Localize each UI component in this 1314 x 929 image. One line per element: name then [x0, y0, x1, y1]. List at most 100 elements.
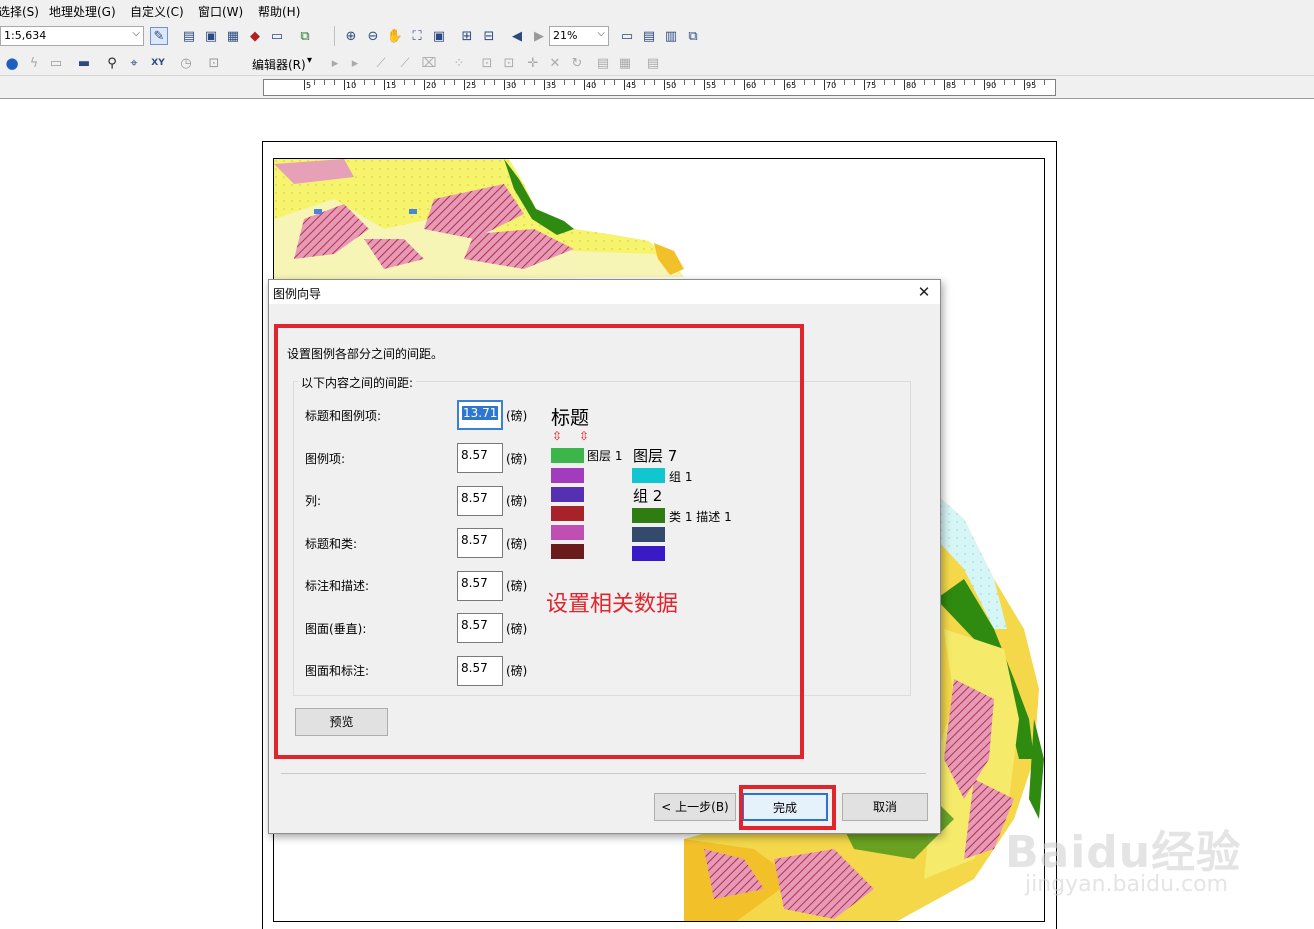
change-layout-icon[interactable]: ▥ [662, 27, 680, 45]
ruler-minor-tick [934, 80, 935, 85]
legend-wizard-dialog: 图例向导 ✕ 设置图例各部分之间的间距。 以下内容之间的间距: 标题和图例项: … [268, 279, 941, 834]
menu-window[interactable]: 窗口(W) [198, 3, 243, 20]
ruler-minor-tick [694, 80, 695, 85]
ruler-minor-tick [484, 80, 485, 85]
attributes-icon[interactable]: ▤ [594, 54, 612, 72]
ruler-tick [904, 80, 905, 90]
create-features-icon[interactable]: ▤ [644, 54, 662, 72]
ruler-minor-tick [534, 80, 535, 85]
ruler-minor-tick [684, 80, 685, 85]
ruler-minor-tick [974, 80, 975, 85]
go-to-xy-icon[interactable]: XY [149, 54, 167, 72]
table-of-contents-icon[interactable]: ▤ [180, 27, 198, 45]
edit-annotation-icon[interactable]: ▸ [346, 54, 364, 72]
endpoint-arc-icon[interactable]: ⟋ [396, 54, 414, 72]
ruler-tick [504, 80, 505, 90]
ruler-minor-tick [894, 80, 895, 85]
map-scale-combo[interactable]: 1:5,634 ⌵ [0, 26, 144, 46]
ruler-tick [864, 80, 865, 90]
fixed-zoom-in-icon[interactable]: ⊞ [458, 27, 476, 45]
rotate-icon[interactable]: ↻ [568, 54, 586, 72]
ruler-tick [344, 80, 345, 90]
ruler-minor-tick [854, 80, 855, 85]
editor-menu[interactable]: 编辑器(R) [252, 56, 306, 73]
ruler-minor-tick [524, 80, 525, 85]
ruler-minor-tick [1004, 80, 1005, 85]
ruler-minor-tick [874, 80, 875, 85]
dialog-titlebar[interactable]: 图例向导 ✕ [269, 280, 940, 304]
catalog-icon[interactable]: ▣ [202, 27, 220, 45]
data-driven-pages-icon[interactable]: ⧉ [684, 27, 702, 45]
fixed-zoom-out-icon[interactable]: ⊟ [480, 27, 498, 45]
ruler-tick [824, 80, 825, 90]
ruler-tick [584, 80, 585, 90]
focus-data-frame-icon[interactable]: ▤ [640, 27, 658, 45]
finish-highlight-box [739, 785, 836, 830]
chevron-down-icon: ⌵ [597, 28, 605, 39]
ruler-minor-tick [574, 80, 575, 85]
go-forward-extent-icon[interactable]: ▶ [530, 27, 548, 45]
python-window-icon[interactable]: ▭ [268, 27, 286, 45]
create-viewer-icon[interactable]: ⊡ [205, 54, 223, 72]
ruler-minor-tick [754, 80, 755, 85]
ruler-minor-tick [354, 80, 355, 85]
menu-help[interactable]: 帮助(H) [258, 3, 300, 20]
arcmap-window: 选择(S) 地理处理(G) 自定义(C) 窗口(W) 帮助(H) 1:5,634… [0, 0, 1314, 929]
ruler-tick [944, 80, 945, 90]
cut-polygons-icon[interactable]: ✛ [524, 54, 542, 72]
split-icon[interactable]: ✕ [546, 54, 564, 72]
edit-tool-icon[interactable]: ▸ [326, 54, 344, 72]
find-icon[interactable]: ⚲ [103, 54, 121, 72]
preview-button[interactable]: 预览 [295, 708, 388, 736]
ruler-tick [384, 80, 385, 90]
horizontal-ruler: 5 10 15 20 25 30 35 40 45 50 55 60 65 70 75 80 85 90 95 [263, 79, 1056, 96]
chevron-down-icon: ⌵ [132, 28, 140, 39]
menu-select[interactable]: 选择(S) [0, 3, 39, 20]
zoom-in-page-icon[interactable]: ⊕ [342, 27, 360, 45]
menu-customize[interactable]: 自定义(C) [130, 3, 184, 20]
model-builder-icon[interactable]: ⧉ [296, 27, 314, 45]
find-route-icon[interactable]: ⌖ [125, 54, 143, 72]
ruler-tick [784, 80, 785, 90]
toolbar-separator [334, 26, 335, 46]
edit-vertices-icon[interactable]: ⊡ [478, 54, 496, 72]
measure-icon[interactable]: ▬ [75, 54, 93, 72]
cancel-button[interactable]: 取消 [842, 793, 928, 821]
zoom-100-icon[interactable]: ▣ [430, 27, 448, 45]
menu-geoprocessing[interactable]: 地理处理(G) [49, 3, 116, 20]
point-icon[interactable]: ⁘ [450, 54, 468, 72]
ruler-minor-tick [954, 80, 955, 85]
back-button[interactable]: < 上一步(B) [654, 793, 736, 821]
reshape-icon[interactable]: ⊡ [500, 54, 518, 72]
html-popup-icon[interactable]: ▭ [47, 54, 65, 72]
pan-page-icon[interactable]: ✋ [386, 27, 404, 45]
ruler-minor-tick [454, 80, 455, 85]
ruler-minor-tick [394, 80, 395, 85]
time-slider-icon[interactable]: ◷ [177, 54, 195, 72]
ruler-minor-tick [964, 80, 965, 85]
go-back-extent-icon[interactable]: ◀ [508, 27, 526, 45]
ruler-minor-tick [1034, 80, 1035, 85]
identify-icon[interactable]: ● [3, 54, 21, 72]
sketch-properties-icon[interactable]: ▦ [616, 54, 634, 72]
map-scale-value: 1:5,634 [4, 29, 47, 42]
ruler-minor-tick [334, 80, 335, 85]
straight-segment-icon[interactable]: ⟋ [372, 54, 390, 72]
zoom-percent-combo[interactable]: 21% ⌵ [549, 26, 609, 46]
ruler-minor-tick [564, 80, 565, 85]
close-icon[interactable]: ✕ [914, 282, 934, 302]
ruler-minor-tick [444, 80, 445, 85]
hyperlink-icon[interactable]: ϟ [25, 54, 43, 72]
zoom-out-page-icon[interactable]: ⊖ [364, 27, 382, 45]
trace-icon[interactable]: ⌧ [420, 54, 438, 72]
zoom-whole-page-icon[interactable]: ⛶ [408, 27, 426, 45]
chevron-down-icon: ▾ [307, 55, 313, 66]
editor-toolbar-icon[interactable]: ✎ [150, 27, 168, 45]
dialog-title: 图例向导 [273, 287, 322, 301]
toggle-draft-mode-icon[interactable]: ▭ [618, 27, 636, 45]
search-window-icon[interactable]: ▦ [224, 27, 242, 45]
ruler-minor-tick [764, 80, 765, 85]
ruler-minor-tick [554, 80, 555, 85]
arctoolbox-icon[interactable]: ◆ [246, 27, 264, 45]
ruler-minor-tick [374, 80, 375, 85]
